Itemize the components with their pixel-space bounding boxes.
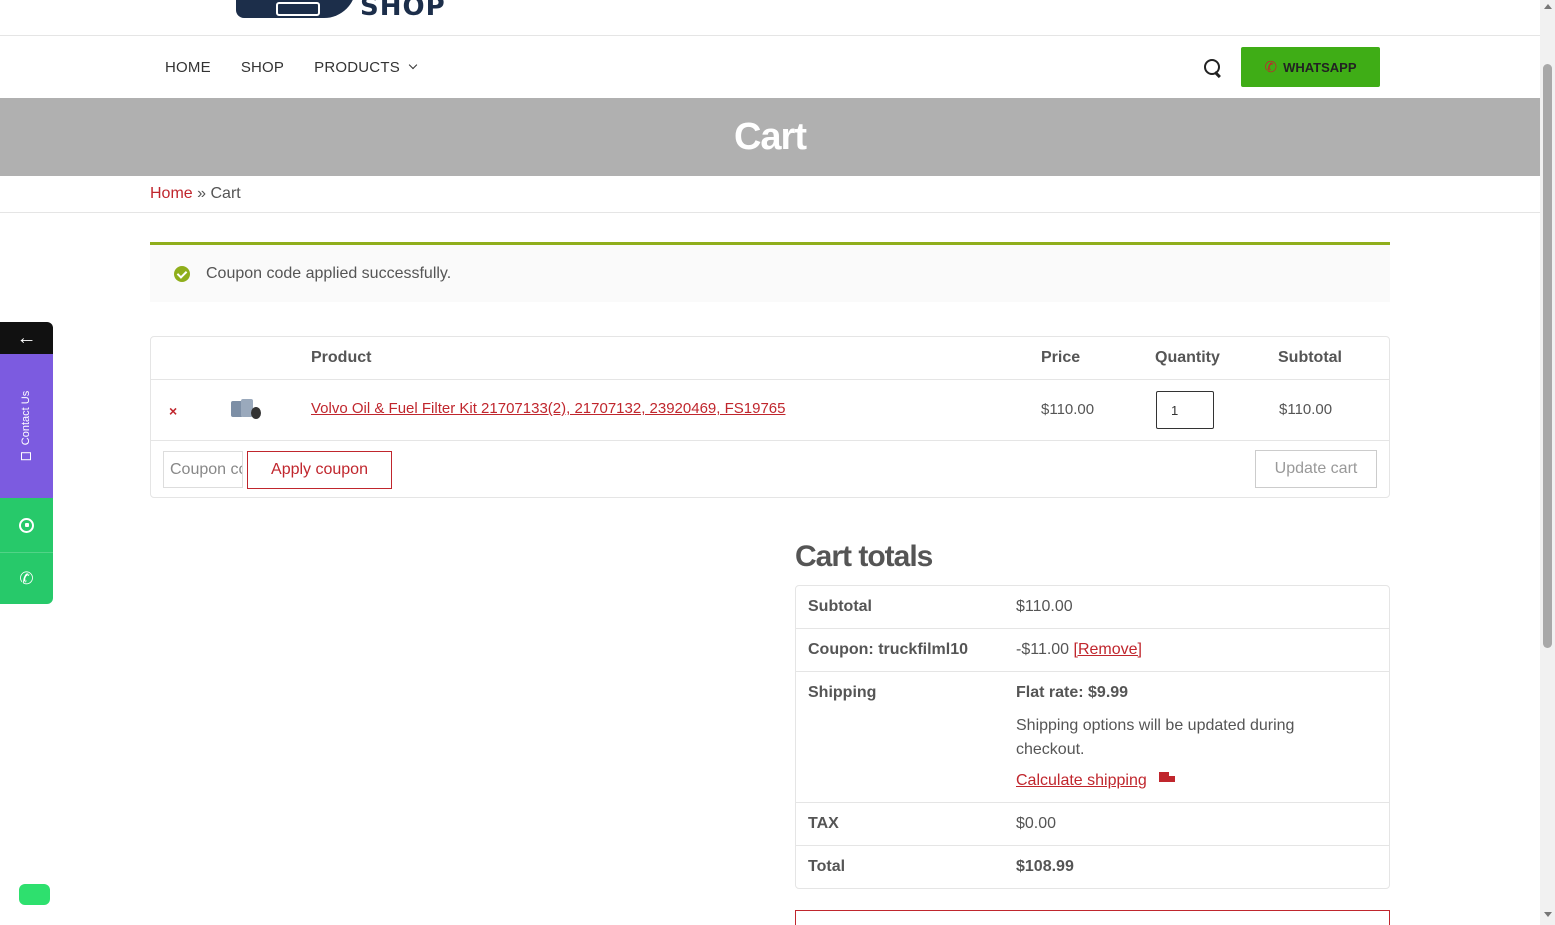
header-quantity: Quantity <box>1155 349 1220 366</box>
remove-item-icon[interactable]: × <box>169 403 177 419</box>
site-logo[interactable]: SHOP <box>236 0 445 22</box>
whatsapp-icon <box>19 517 34 533</box>
divider <box>796 845 1389 846</box>
side-contact-widget: ← Contact Us ✆ <box>0 322 53 604</box>
total-value: $108.99 <box>1016 858 1074 875</box>
chevron-down-icon <box>408 60 418 70</box>
nav-item-home[interactable]: HOME <box>165 59 211 76</box>
chat-bubble-icon[interactable] <box>19 884 50 905</box>
coupon-value-group: -$11.00 [Remove] <box>1016 641 1142 659</box>
phone-icon: ✆ <box>1264 59 1278 76</box>
whatsapp-button[interactable]: ✆ WHATSAPP <box>1241 47 1380 87</box>
whatsapp-side-button[interactable] <box>0 498 53 552</box>
shipping-label: Shipping <box>808 684 877 701</box>
scroll-up-icon[interactable] <box>1544 4 1552 9</box>
scrollbar-thumb[interactable] <box>1543 64 1552 648</box>
remove-coupon-link[interactable]: [Remove] <box>1074 641 1142 658</box>
subtotal-value: $110.00 <box>1016 598 1073 615</box>
coupon-label: Coupon: truckfilml10 <box>808 641 969 658</box>
product-thumbnail[interactable] <box>231 397 263 423</box>
update-cart-button[interactable]: Update cart <box>1255 450 1377 488</box>
breadcrumb: Home » Cart <box>150 185 241 203</box>
quantity-input[interactable] <box>1156 391 1214 429</box>
nav-menu: HOME SHOP PRODUCTS <box>165 36 418 98</box>
header-price: Price <box>1041 349 1081 366</box>
contact-us-tab[interactable]: Contact Us <box>0 354 53 498</box>
logo-text: SHOP <box>360 0 446 22</box>
cart-totals-table: Subtotal $110.00 Coupon: truckfilml10 -$… <box>795 585 1390 889</box>
whatsapp-button-label: WHATSAPP <box>1283 59 1357 75</box>
shipping-note: Shipping options will be updated during … <box>1016 717 1295 758</box>
cart-table: Product Price Quantity Subtotal × Volvo … <box>150 336 1390 498</box>
product-subtotal: $110.00 <box>1279 401 1333 418</box>
logo-strip: SHOP <box>0 0 1540 36</box>
check-circle-icon <box>174 265 190 282</box>
divider <box>796 671 1389 672</box>
contact-us-label-group: Contact Us <box>20 391 32 461</box>
tax-value: $0.00 <box>1016 815 1057 832</box>
header-subtotal: Subtotal <box>1278 349 1342 366</box>
collapse-widget-button[interactable]: ← <box>0 322 53 354</box>
page-title: Cart <box>733 115 807 158</box>
product-price: $110.00 <box>1041 401 1095 418</box>
proceed-to-checkout-button[interactable] <box>795 910 1390 925</box>
divider <box>796 802 1389 803</box>
breadcrumb-current: Cart <box>210 185 241 202</box>
nav-item-products-label: PRODUCTS <box>314 58 400 76</box>
breadcrumb-separator: » <box>197 185 207 202</box>
header-product: Product <box>311 349 372 366</box>
cart-totals-title: Cart totals <box>795 540 933 573</box>
breadcrumb-bar: Home » Cart <box>0 176 1540 213</box>
tax-label: TAX <box>808 815 839 832</box>
total-label: Total <box>808 858 846 875</box>
shipping-rate: Flat rate: $9.99 <box>1016 684 1129 701</box>
scroll-down-icon[interactable] <box>1544 912 1552 917</box>
subtotal-label: Subtotal <box>808 598 872 615</box>
coupon-input[interactable] <box>163 451 243 488</box>
notice-message: Coupon code applied successfully. <box>206 264 452 282</box>
main-nav: HOME SHOP PRODUCTS ✆ WHATSAPP <box>0 36 1540 98</box>
phone-icon: ✆ <box>19 568 34 588</box>
calculate-shipping-link[interactable]: Calculate shipping <box>1016 772 1147 789</box>
search-icon[interactable] <box>1204 59 1222 77</box>
divider <box>151 440 1389 441</box>
contact-us-label: Contact Us <box>20 390 32 446</box>
mail-icon <box>21 452 31 461</box>
success-notice: Coupon code applied successfully. <box>150 242 1390 302</box>
coupon-discount: -$11.00 <box>1016 641 1070 658</box>
truck-icon <box>1159 772 1176 786</box>
scrollbar[interactable] <box>1540 0 1555 925</box>
divider <box>796 628 1389 629</box>
calculate-shipping-group: Calculate shipping <box>1016 772 1176 790</box>
truck-logo-icon <box>236 0 356 18</box>
divider <box>151 379 1389 380</box>
nav-item-shop[interactable]: SHOP <box>241 59 284 76</box>
breadcrumb-home-link[interactable]: Home <box>150 185 193 202</box>
page-header-band: Cart <box>0 98 1540 176</box>
nav-item-products[interactable]: PRODUCTS <box>314 58 418 76</box>
phone-side-button[interactable]: ✆ <box>0 552 53 604</box>
apply-coupon-button[interactable]: Apply coupon <box>247 451 392 489</box>
product-name-link[interactable]: Volvo Oil & Fuel Filter Kit 21707133(2),… <box>311 400 786 417</box>
